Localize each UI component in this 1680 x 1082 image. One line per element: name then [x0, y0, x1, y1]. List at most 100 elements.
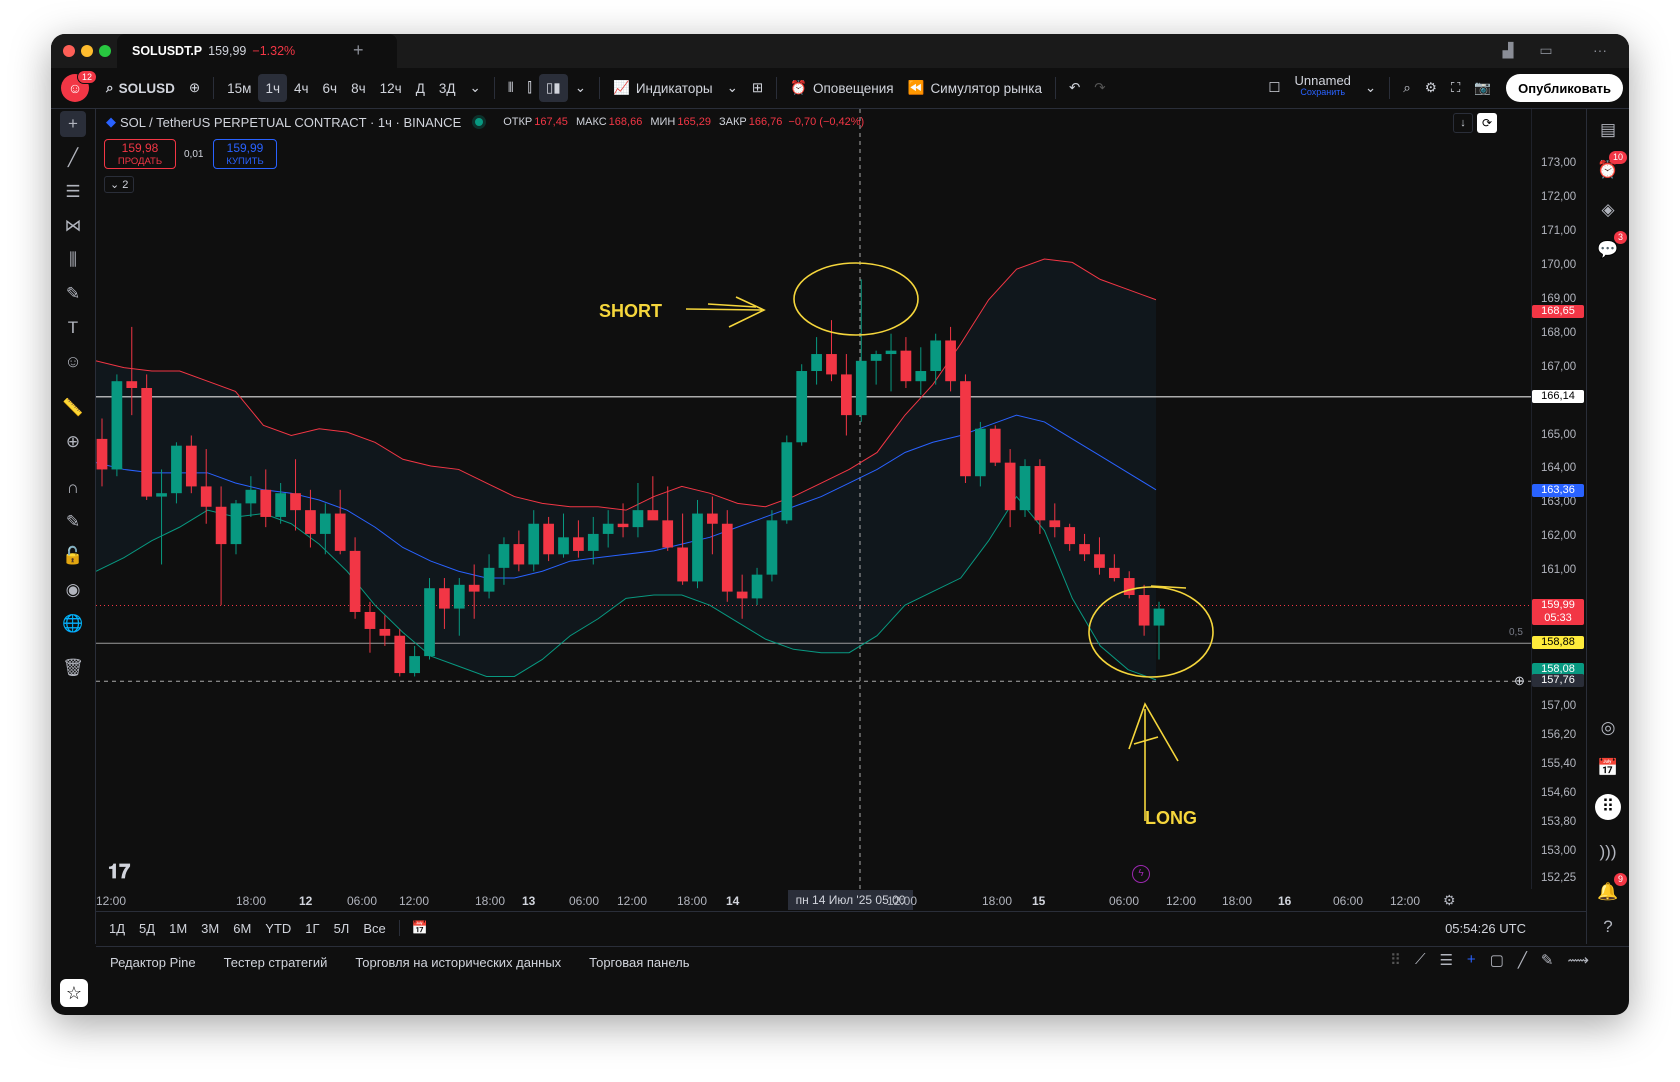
- compare-plus-icon[interactable]: ⊕: [182, 74, 207, 102]
- ruler-icon[interactable]: 📏: [60, 395, 86, 421]
- magnet-icon[interactable]: ∩: [60, 475, 86, 501]
- buy-button[interactable]: 159,99 КУПИТЬ: [213, 139, 277, 169]
- interval-12h[interactable]: 12ч: [373, 74, 409, 102]
- broadcast-icon[interactable]: ))): [1595, 839, 1621, 865]
- fib-lines-icon[interactable]: ☰: [60, 179, 86, 205]
- candle-style-icon[interactable]: ⫿: [521, 74, 539, 102]
- crosshair-tool-icon[interactable]: +: [1467, 951, 1476, 969]
- pattern-icon[interactable]: ⋈: [60, 213, 86, 239]
- brush-icon[interactable]: ✎: [60, 281, 86, 307]
- range-1m[interactable]: 1М: [162, 921, 194, 936]
- scroll-down-icon[interactable]: ↓: [1453, 113, 1473, 133]
- fullscreen-icon[interactable]: ⛶: [1444, 74, 1467, 102]
- close-window-button[interactable]: [63, 45, 75, 57]
- bar-style-icon[interactable]: ⫴: [501, 74, 521, 102]
- interval-6h[interactable]: 6ч: [316, 74, 345, 102]
- watchlist-icon[interactable]: ▤: [1595, 117, 1621, 143]
- goto-date-calendar-icon[interactable]: 📅: [398, 920, 435, 936]
- publish-button[interactable]: Опубликовать: [1506, 74, 1623, 102]
- new-tab-plus-icon[interactable]: +: [353, 40, 364, 61]
- interval-1d[interactable]: Д: [409, 74, 432, 102]
- auto-scale-icon[interactable]: ⟳: [1477, 113, 1497, 133]
- collapse-indicators-button[interactable]: ⌄ 2: [104, 176, 135, 193]
- interval-dropdown-chevron-down-icon[interactable]: ⌄: [463, 74, 488, 102]
- indicators-chevron-down-icon[interactable]: ⌄: [720, 74, 745, 102]
- interval-1h[interactable]: 1ч: [258, 74, 287, 102]
- forecast-icon[interactable]: ⫼: [60, 247, 86, 273]
- interval-15m[interactable]: 15м: [220, 74, 258, 102]
- range-all[interactable]: Все: [356, 921, 392, 936]
- emoji-icon[interactable]: ☺: [60, 349, 86, 375]
- lock-icon[interactable]: 🔓: [60, 543, 86, 569]
- chart-type-candles-icon[interactable]: ▯▮: [538, 74, 568, 102]
- lock-drawing-icon[interactable]: ✎: [60, 509, 86, 535]
- layouts-grid-icon[interactable]: ⊞: [745, 74, 770, 102]
- text-tool-icon[interactable]: T: [60, 315, 86, 341]
- globe-icon[interactable]: 🌐: [60, 611, 86, 637]
- sell-button[interactable]: 159,98 ПРОДАТЬ: [104, 139, 176, 169]
- redo-icon[interactable]: ↷: [1087, 74, 1112, 102]
- draw-line-icon[interactable]: ⟋: [1415, 951, 1426, 969]
- add-alert-plus-icon[interactable]: ⊕: [1514, 673, 1525, 689]
- help-icon[interactable]: ?: [1595, 914, 1621, 940]
- event-lightning-icon[interactable]: ϟ: [1132, 865, 1150, 883]
- target-icon[interactable]: ◎: [1595, 715, 1621, 741]
- avatar[interactable]: ☺ 12: [61, 70, 97, 102]
- more-dots-icon[interactable]: ···: [1589, 42, 1611, 60]
- utc-clock[interactable]: 05:54:26 UTC: [1445, 921, 1526, 936]
- range-3m[interactable]: 3М: [194, 921, 226, 936]
- time-axis[interactable]: пн 14 Июл '25 05:00 12:00 18:00 12 06:00 12:…: [96, 889, 1531, 911]
- tab-strategy-tester[interactable]: Тестер стратегий: [210, 955, 342, 970]
- path-icon[interactable]: ⟿: [1567, 951, 1589, 969]
- chart-type-chevron-down-icon[interactable]: ⌄: [568, 74, 593, 102]
- presentation-icon[interactable]: ▭: [1535, 42, 1557, 60]
- replay-button[interactable]: ⏪ Симулятор рынка: [901, 74, 1049, 102]
- interval-8h[interactable]: 8ч: [344, 74, 373, 102]
- range-5d[interactable]: 5Д: [132, 921, 162, 936]
- layout-checkbox-icon[interactable]: ☐: [1261, 74, 1287, 102]
- rectangle-icon[interactable]: ▢: [1490, 951, 1504, 969]
- crosshair-icon[interactable]: +: [60, 111, 86, 137]
- indicators-button[interactable]: 📈 Индикаторы: [606, 74, 720, 102]
- brush-tool-icon[interactable]: ✎: [1541, 951, 1554, 969]
- layout-name-button[interactable]: Unnamed Сохранить: [1288, 74, 1358, 102]
- interval-3d[interactable]: 3Д: [432, 74, 463, 102]
- calendar-icon[interactable]: 📅: [1595, 755, 1621, 781]
- bollinger-fill: [96, 259, 1156, 680]
- chat-icon[interactable]: 💬 3: [1595, 231, 1627, 263]
- apps-grid-icon[interactable]: ⠿: [1595, 794, 1621, 820]
- range-6m[interactable]: 6М: [226, 921, 258, 936]
- layers-icon[interactable]: ◈: [1595, 197, 1621, 223]
- trend-line-icon[interactable]: ╱: [60, 145, 86, 171]
- layout-chevron-down-icon[interactable]: ⌄: [1358, 74, 1383, 102]
- chart-pane[interactable]: ◆ SOL / TetherUS PERPETUAL CONTRACT · 1ч…: [96, 109, 1586, 944]
- range-1d[interactable]: 1Д: [102, 921, 132, 936]
- alerts-clock-icon[interactable]: ⏰ 10: [1595, 151, 1627, 183]
- ray-icon[interactable]: ╱: [1518, 951, 1527, 969]
- zoom-in-icon[interactable]: ⊕: [60, 429, 86, 455]
- alerts-button[interactable]: ⏰ Оповещения: [783, 74, 900, 102]
- chart-canvas[interactable]: [96, 109, 1531, 889]
- range-1y[interactable]: 1Г: [298, 921, 326, 936]
- favorites-star-icon[interactable]: ☆: [60, 979, 88, 1007]
- eye-icon[interactable]: ◉: [60, 577, 86, 603]
- tab-trading-panel[interactable]: Торговая панель: [575, 955, 703, 970]
- zoom-window-button[interactable]: [99, 45, 111, 57]
- interval-4h[interactable]: 4ч: [287, 74, 316, 102]
- range-ytd[interactable]: YTD: [258, 921, 298, 936]
- tab-pine-editor[interactable]: Редактор Pine: [96, 955, 210, 970]
- symbol-search[interactable]: ⌕ SOLUSD: [99, 74, 182, 102]
- range-5y[interactable]: 5Л: [327, 921, 357, 936]
- axis-settings-gear-icon[interactable]: ⚙: [1443, 892, 1456, 909]
- notifications-bell-icon[interactable]: 🔔 9: [1595, 873, 1627, 905]
- minimize-window-button[interactable]: [81, 45, 93, 57]
- undo-icon[interactable]: ↶: [1062, 74, 1087, 102]
- horizontal-lines-icon[interactable]: ☰: [1439, 951, 1452, 969]
- tab-replay-trading[interactable]: Торговля на исторических данных: [341, 955, 575, 970]
- quick-search-icon[interactable]: ⌕: [1396, 74, 1418, 102]
- trash-icon[interactable]: 🗑: [60, 655, 86, 681]
- settings-gear-icon[interactable]: ⚙: [1418, 74, 1444, 102]
- camera-icon[interactable]: 📷: [1467, 74, 1498, 102]
- drag-handle-icon[interactable]: ⠿: [1390, 951, 1401, 969]
- chart-stats-icon[interactable]: ▟: [1497, 42, 1519, 60]
